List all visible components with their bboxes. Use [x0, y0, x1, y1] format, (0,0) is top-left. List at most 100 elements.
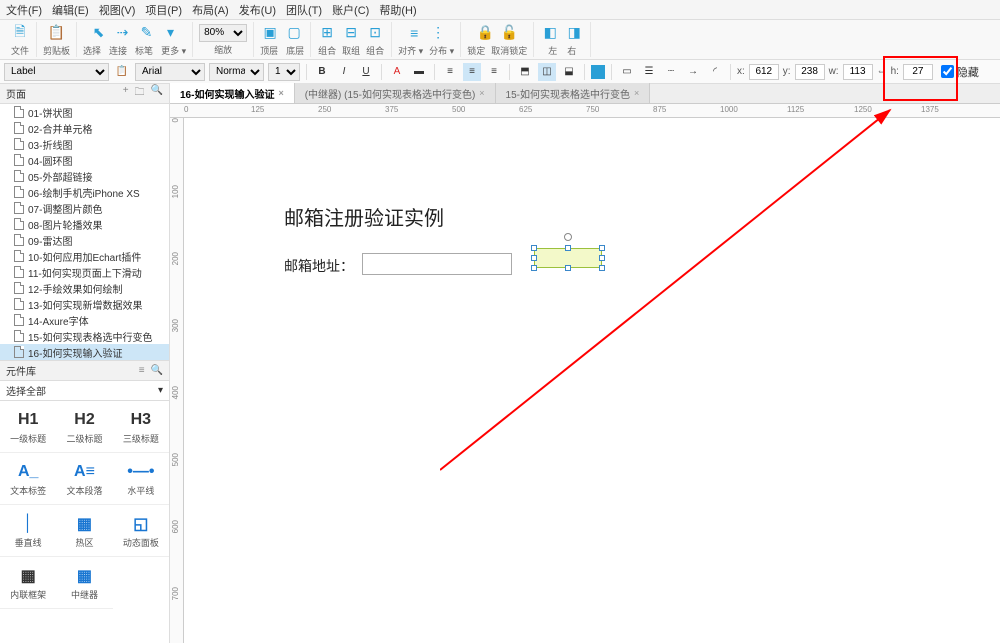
zoom-select[interactable]: 80% — [199, 24, 247, 42]
page-item[interactable]: 07-调整图片颜色 — [0, 200, 169, 216]
page-item[interactable]: 10-如何应用加Echart插件 — [0, 248, 169, 264]
h-input[interactable] — [903, 64, 933, 80]
library-widget[interactable]: ▦中继器 — [56, 557, 112, 609]
border-width-button[interactable]: ☰ — [640, 63, 658, 81]
tab-close-icon[interactable]: × — [278, 88, 283, 98]
weight-select[interactable]: Normal — [209, 63, 264, 81]
font-select[interactable]: Arial — [135, 63, 205, 81]
library-search-icon[interactable]: 🔍 — [151, 365, 163, 376]
pointer-icon[interactable]: ⬉ — [89, 23, 109, 43]
library-widget[interactable]: H1一级标题 — [0, 401, 56, 453]
arrow-style-button[interactable]: → — [684, 63, 702, 81]
page-item[interactable]: 03-折线图 — [0, 136, 169, 152]
unlock-icon[interactable]: 🔓 — [499, 23, 519, 43]
page-item[interactable]: 02-合并单元格 — [0, 120, 169, 136]
w-input[interactable] — [843, 64, 873, 80]
page-item[interactable]: 13-如何实现新增数据效果 — [0, 296, 169, 312]
valign-bottom-button[interactable]: ⬓ — [560, 63, 578, 81]
more-icon[interactable]: ▾ — [161, 23, 181, 43]
add-page-icon[interactable]: + — [123, 85, 129, 102]
add-folder-icon[interactable]: 🗀 — [135, 85, 145, 102]
send-back-icon[interactable]: ▢ — [284, 23, 304, 43]
new-file-icon[interactable]: 🗎 — [10, 23, 30, 43]
document-tab[interactable]: 15-如何实现表格选中行变色× — [496, 83, 651, 103]
library-widget[interactable]: H2二级标题 — [56, 401, 112, 453]
library-widget[interactable]: A_文本标签 — [0, 453, 56, 505]
page-item[interactable]: 14-Axure字体 — [0, 312, 169, 328]
page-item[interactable]: 16-如何实现输入验证 — [0, 344, 169, 360]
menu-arrange[interactable]: 布局(A) — [192, 2, 229, 18]
underline-button[interactable]: U — [357, 63, 375, 81]
align-center-button[interactable]: ≡ — [463, 63, 481, 81]
library-widget[interactable]: ◱动态面板 — [113, 505, 169, 557]
align-right-button[interactable]: ≡ — [485, 63, 503, 81]
search-icon[interactable]: 🔍 — [151, 85, 163, 102]
ungroup-icon[interactable]: ⊟ — [341, 23, 361, 43]
library-widget[interactable]: ▦内联框架 — [0, 557, 56, 609]
library-widget[interactable]: ▦热区 — [56, 505, 112, 557]
x-input[interactable] — [749, 64, 779, 80]
page-item[interactable]: 05-外部超链接 — [0, 168, 169, 184]
menu-file[interactable]: 文件(F) — [6, 2, 42, 18]
menu-help[interactable]: 帮助(H) — [379, 2, 416, 18]
page-tree[interactable]: 01-饼状图02-合并单元格03-折线图04-圆环图05-外部超链接06-绘制手… — [0, 104, 169, 360]
align-left-button[interactable]: ≡ — [441, 63, 459, 81]
align-icon[interactable]: ≡ — [404, 23, 424, 43]
style-copy-icon[interactable]: 📋 — [113, 63, 131, 81]
align-right-icon[interactable]: ◨ — [564, 23, 584, 43]
style-select[interactable]: Label — [4, 63, 109, 81]
resize-handle-nw[interactable] — [531, 245, 537, 251]
corner-radius-button[interactable]: ◜ — [706, 63, 724, 81]
page-item[interactable]: 08-图片轮播效果 — [0, 216, 169, 232]
resize-handle-e[interactable] — [599, 255, 605, 261]
fill-button[interactable] — [591, 65, 605, 79]
italic-button[interactable]: I — [335, 63, 353, 81]
resize-handle-n[interactable] — [565, 245, 571, 251]
align-left-icon[interactable]: ◧ — [540, 23, 560, 43]
tab-close-icon[interactable]: × — [634, 88, 639, 98]
menu-project[interactable]: 项目(P) — [145, 2, 182, 18]
resize-handle-s[interactable] — [565, 265, 571, 271]
bold-button[interactable]: B — [313, 63, 331, 81]
page-item[interactable]: 12-手绘效果如何绘制 — [0, 280, 169, 296]
border-style-button[interactable]: ┈ — [662, 63, 680, 81]
library-widget[interactable]: │垂直线 — [0, 505, 56, 557]
y-input[interactable] — [795, 64, 825, 80]
menu-account[interactable]: 账户(C) — [332, 2, 369, 18]
link-wh-icon[interactable]: ⇔ — [877, 66, 887, 77]
page-item[interactable]: 09-雷达图 — [0, 232, 169, 248]
document-tab[interactable]: (中继器) (15-如何实现表格选中行变色)× — [295, 83, 496, 103]
canvas-label-widget[interactable]: 邮箱地址： — [284, 256, 354, 276]
group-icon[interactable]: ⊞ — [317, 23, 337, 43]
library-filter-select[interactable]: 选择全部▾ — [0, 381, 169, 401]
distribute-icon[interactable]: ⋮ — [428, 23, 448, 43]
canvas-page[interactable]: 邮箱注册验证实例 邮箱地址： — [184, 118, 1000, 643]
canvas-heading-widget[interactable]: 邮箱注册验证实例 — [284, 202, 444, 231]
library-menu-icon[interactable]: ≡ — [139, 365, 145, 376]
rotation-handle[interactable] — [564, 233, 572, 241]
valign-middle-button[interactable]: ◫ — [538, 63, 556, 81]
bring-front-icon[interactable]: ▣ — [260, 23, 280, 43]
page-item[interactable]: 01-饼状图 — [0, 104, 169, 120]
page-item[interactable]: 04-圆环图 — [0, 152, 169, 168]
tab-close-icon[interactable]: × — [479, 88, 484, 98]
library-widget[interactable]: •—•水平线 — [113, 453, 169, 505]
library-widget[interactable]: A≡文本段落 — [56, 453, 112, 505]
resize-handle-ne[interactable] — [599, 245, 605, 251]
canvas-selected-widget[interactable] — [534, 248, 602, 268]
menu-publish[interactable]: 发布(U) — [239, 2, 276, 18]
fill-color-button[interactable]: ▬ — [410, 63, 428, 81]
lock-icon[interactable]: 🔒 — [475, 23, 495, 43]
resize-handle-se[interactable] — [599, 265, 605, 271]
canvas-textfield-widget[interactable] — [362, 253, 512, 275]
valign-top-button[interactable]: ⬒ — [516, 63, 534, 81]
hide-checkbox[interactable] — [941, 65, 954, 78]
menu-edit[interactable]: 编辑(E) — [52, 2, 89, 18]
stage[interactable]: 0100200300400500600700 邮箱注册验证实例 邮箱地址： — [170, 118, 1000, 643]
page-item[interactable]: 11-如何实现页面上下滑动 — [0, 264, 169, 280]
page-item[interactable]: 06-绘制手机壳iPhone XS — [0, 184, 169, 200]
regroup-icon[interactable]: ⊡ — [365, 23, 385, 43]
border-color-button[interactable]: ▭ — [618, 63, 636, 81]
text-color-button[interactable]: A — [388, 63, 406, 81]
clipboard-icon[interactable]: 📋 — [47, 23, 67, 43]
